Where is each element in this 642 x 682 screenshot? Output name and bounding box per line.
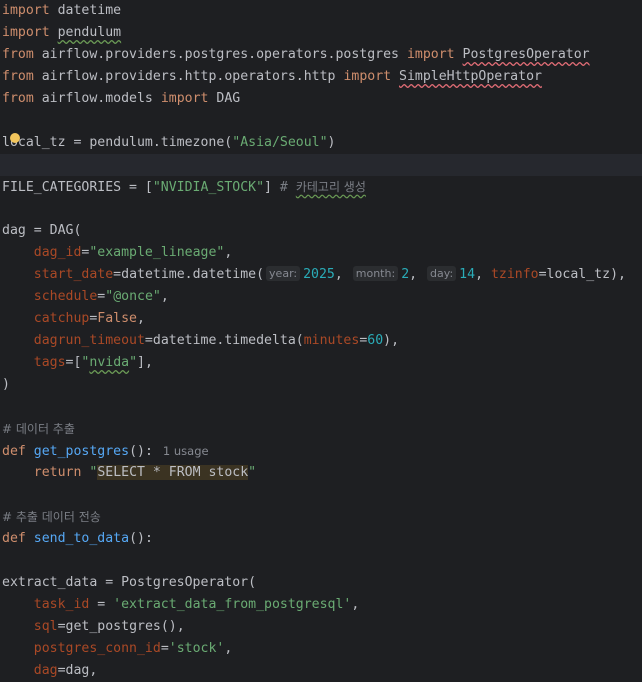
code-line[interactable]: dag=dag, (0, 660, 642, 682)
code-line[interactable]: local_tz = pendulum.timezone("Asia/Seoul… (0, 132, 642, 154)
code-line[interactable]: def get_postgres(): 1 usage (0, 440, 642, 462)
code-line[interactable]: catchup=False, (0, 308, 642, 330)
code-text: ] (264, 180, 272, 195)
code-text: local_tz (546, 267, 611, 282)
code-line[interactable]: postgres_conn_id='stock', (0, 638, 642, 660)
param-hint: year: (266, 266, 301, 281)
code-line[interactable]: from airflow.providers.postgres.operator… (0, 44, 642, 66)
function-name: get_postgres (33, 444, 130, 459)
code-line[interactable]: def send_to_data(): (0, 528, 642, 550)
code-text: dag, (65, 663, 98, 678)
module-path: airflow.providers.http.operators.http (41, 69, 336, 84)
usage-hint[interactable]: 1 usage (163, 444, 209, 458)
kwarg-name: dag (33, 663, 58, 678)
string-literal: "Asia/Seoul" (232, 135, 328, 150)
code-text: datetime.timedelta( (152, 333, 304, 348)
code-text: dag = DAG( (2, 223, 82, 238)
param-hint: month: (352, 266, 399, 281)
code-text: (): (129, 444, 153, 459)
keyword: def (2, 444, 26, 459)
function-name: send_to_data (33, 531, 130, 546)
code-line[interactable]: from airflow.providers.http.operators.ht… (0, 66, 642, 88)
code-text: datetime.datetime( (121, 267, 265, 282)
code-line[interactable]: # 데이터 추출 (0, 418, 642, 440)
string-literal: 'extract_data_from_postgresql' (113, 597, 352, 612)
keyword: import (2, 25, 50, 40)
code-line[interactable]: dag_id="example_lineage", (0, 242, 642, 264)
param-hint: day: (427, 266, 457, 281)
code-text: FILE_CATEGORIES = [ (2, 180, 153, 195)
code-line[interactable]: tags=["nvida"], (0, 352, 642, 374)
code-editor[interactable]: import datetime import pendulum from air… (0, 0, 642, 678)
code-line[interactable]: sql=get_postgres(), (0, 616, 642, 638)
module-path: airflow.models (41, 91, 153, 106)
code-line[interactable]: dag = DAG( (0, 220, 642, 242)
module-name: datetime (57, 3, 122, 18)
kwarg-name: task_id (33, 597, 90, 612)
number-literal: 2 (401, 267, 410, 282)
keyword: from (2, 69, 34, 84)
kwarg-name: minutes (303, 333, 360, 348)
code-text: local_tz = pendulum.timezone( (2, 135, 233, 150)
code-text: ) (327, 135, 336, 150)
string-literal: "example_lineage" (89, 245, 225, 260)
kwarg-name: tags (33, 355, 66, 370)
code-line[interactable]: # 추출 데이터 전송 (0, 506, 642, 528)
code-line[interactable]: import datetime (0, 0, 642, 22)
kwarg-name: postgres_conn_id (33, 641, 161, 656)
comment-text: # 데이터 추출 (2, 422, 75, 436)
kwarg-name: tzinfo (490, 267, 539, 282)
kwarg-name: schedule (33, 289, 98, 304)
code-text: get_postgres(), (65, 619, 185, 634)
string-literal: "@once" (105, 289, 161, 304)
keyword: from (2, 91, 34, 106)
code-text: (): (129, 531, 153, 546)
import-name: DAG (216, 91, 241, 106)
kwarg-name: dag_id (33, 245, 82, 260)
lightbulb-icon[interactable] (10, 133, 20, 143)
code-line[interactable]: from airflow.models import DAG (0, 88, 642, 110)
current-line-highlight[interactable] (0, 154, 642, 176)
import-name: PostgresOperator (462, 47, 590, 62)
string-literal: 'stock' (168, 641, 225, 656)
keyword: import (2, 3, 50, 18)
keyword: def (2, 531, 26, 546)
module-path: airflow.providers.postgres.operators.pos… (41, 47, 399, 62)
code-text: ) (2, 377, 10, 392)
kwarg-name: sql (33, 619, 58, 634)
kwarg-name: catchup (33, 311, 90, 326)
keyword: import (160, 91, 209, 106)
kwarg-name: dagrun_timeout (33, 333, 145, 348)
string-literal: "NVIDIA_STOCK" (152, 180, 265, 195)
code-line[interactable]: task_id = 'extract_data_from_postgresql'… (0, 594, 642, 616)
keyword: import (343, 69, 392, 84)
code-text: extract_data = PostgresOperator( (2, 575, 257, 590)
comment-text: 카테고리 생성 (295, 180, 366, 194)
code-line[interactable]: dagrun_timeout=datetime.timedelta(minute… (0, 330, 642, 352)
keyword: import (406, 47, 455, 62)
string-literal: nvida (89, 355, 130, 370)
number-literal: 14 (459, 267, 476, 282)
keyword: from (2, 47, 34, 62)
keyword: False (97, 311, 137, 326)
number-literal: 2025 (303, 267, 335, 282)
code-line[interactable]: schedule="@once", (0, 286, 642, 308)
code-line[interactable]: ) (0, 374, 642, 396)
import-name: SimpleHttpOperator (399, 69, 542, 84)
kwarg-name: start_date (33, 267, 114, 282)
sql-string: SELECT * FROM stock (97, 465, 249, 480)
code-line[interactable]: extract_data = PostgresOperator( (0, 572, 642, 594)
code-line[interactable]: import pendulum (0, 22, 642, 44)
comment-text: # 추출 데이터 전송 (2, 510, 101, 524)
keyword: return (33, 465, 82, 480)
code-line[interactable]: start_date=datetime.datetime(year: 2025, … (0, 264, 642, 286)
module-name: pendulum (57, 25, 122, 40)
code-line[interactable]: return "SELECT * FROM stock" (0, 462, 642, 484)
number-literal: 60 (367, 333, 384, 348)
code-line[interactable]: FILE_CATEGORIES = ["NVIDIA_STOCK"] # 카테고… (0, 176, 642, 198)
comment-hash: # (279, 180, 288, 195)
